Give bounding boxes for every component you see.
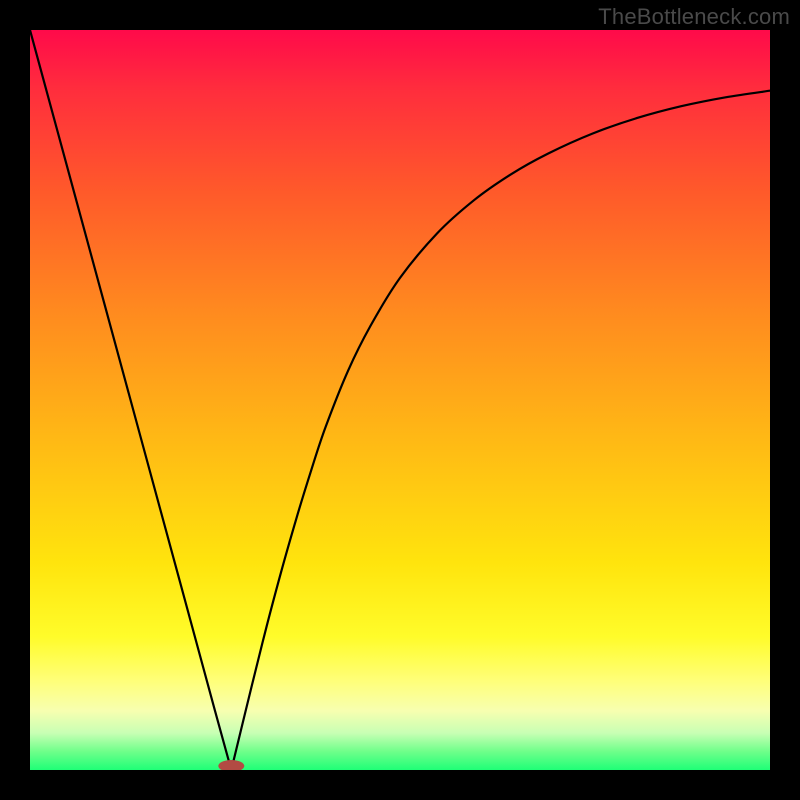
chart-frame: TheBottleneck.com [0, 0, 800, 800]
watermark-text: TheBottleneck.com [598, 4, 790, 30]
min-marker [218, 760, 244, 770]
curve-left-branch [30, 30, 231, 770]
plot-area [30, 30, 770, 770]
curve-right-branch [231, 91, 770, 770]
curve-layer [30, 30, 770, 770]
